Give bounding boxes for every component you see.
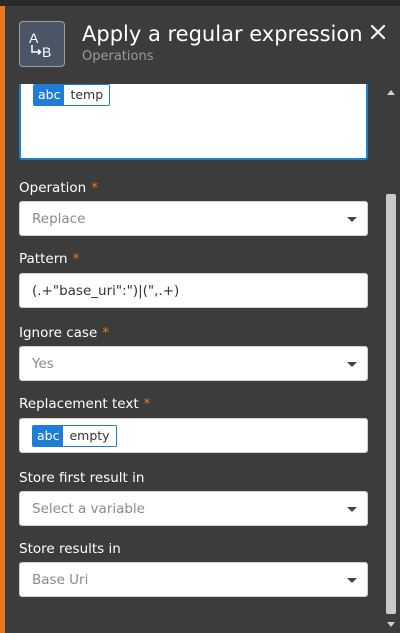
operation-label: Operation * bbox=[19, 180, 98, 196]
store-results-select[interactable]: Base Uri bbox=[19, 562, 368, 597]
store-results-value: Base Uri bbox=[32, 572, 89, 588]
dialog-subtitle: Operations bbox=[82, 49, 154, 64]
chevron-down-icon bbox=[347, 217, 357, 222]
variable-chip-temp[interactable]: abc temp bbox=[33, 84, 111, 106]
store-first-result-select[interactable]: Select a variable bbox=[19, 491, 368, 526]
store-first-result-placeholder: Select a variable bbox=[32, 501, 145, 517]
pattern-value: (.+"base_uri":")|(",.+) bbox=[32, 283, 180, 299]
text-input-area[interactable]: abc temp bbox=[19, 84, 368, 160]
vertical-scrollbar[interactable] bbox=[383, 84, 400, 633]
store-results-label: Store results in bbox=[19, 541, 121, 557]
ignore-case-label: Ignore case * bbox=[19, 325, 110, 341]
form-panel: abc temp Operation * Replace Pattern * (.+… bbox=[5, 84, 383, 633]
replacement-text-label: Replacement text * bbox=[19, 396, 151, 412]
variable-chip-empty[interactable]: abc empty bbox=[32, 425, 117, 447]
operation-select[interactable]: Replace bbox=[19, 201, 368, 236]
chevron-down-icon bbox=[347, 578, 357, 583]
chip-type-label: abc bbox=[34, 85, 65, 105]
ignore-case-select[interactable]: Yes bbox=[19, 346, 368, 381]
replacement-text-input[interactable]: abc empty bbox=[19, 418, 368, 453]
scroll-up-arrow-icon[interactable] bbox=[387, 90, 395, 95]
scroll-down-arrow-icon[interactable] bbox=[387, 622, 395, 627]
chip-variable-name: empty bbox=[63, 426, 116, 446]
chevron-down-icon bbox=[347, 507, 357, 512]
operation-value: Replace bbox=[32, 211, 86, 227]
pattern-input[interactable]: (.+"base_uri":")|(",.+) bbox=[19, 273, 368, 308]
ignore-case-value: Yes bbox=[32, 356, 54, 372]
chip-type-label: abc bbox=[33, 426, 64, 446]
icon-letter-b: B bbox=[42, 44, 51, 60]
icon-letter-a: A bbox=[29, 30, 39, 46]
close-icon[interactable] bbox=[370, 24, 386, 40]
store-first-result-label: Store first result in bbox=[19, 470, 145, 486]
chevron-down-icon bbox=[347, 362, 357, 367]
pattern-label: Pattern * bbox=[19, 251, 80, 267]
scrollbar-thumb[interactable] bbox=[386, 194, 396, 614]
regex-replace-icon: A B bbox=[19, 21, 65, 67]
dialog-title: Apply a regular expression bbox=[82, 22, 363, 46]
dialog-header: A B Apply a regular expression Operation… bbox=[5, 6, 400, 84]
chip-variable-name: temp bbox=[64, 85, 110, 105]
